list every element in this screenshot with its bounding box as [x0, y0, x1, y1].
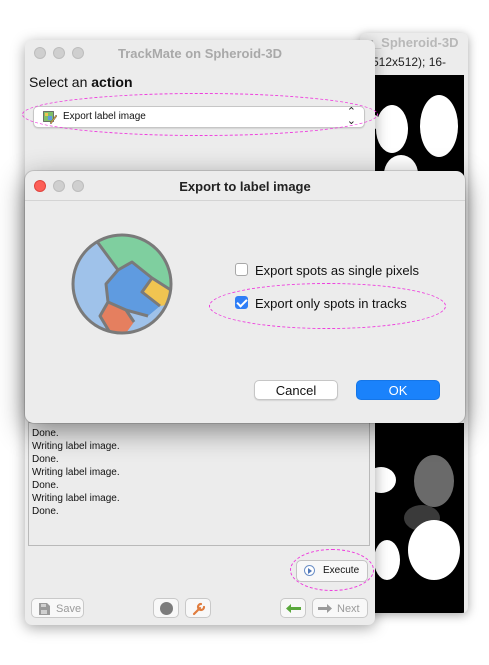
log-line: Writing label image. — [32, 493, 120, 504]
image-window-title: g_Spheroid-3D — [366, 35, 459, 50]
image-window-info: 512x512); 16- — [372, 55, 447, 69]
info-button[interactable] — [153, 598, 179, 618]
previous-button[interactable] — [280, 598, 306, 618]
single-pixels-label[interactable]: Export spots as single pixels — [255, 263, 419, 278]
save-button[interactable]: Save — [31, 598, 84, 618]
log-line: Writing label image. — [32, 441, 120, 452]
arrow-right-icon — [318, 604, 332, 613]
info-icon — [160, 602, 173, 615]
next-button[interactable]: Next — [312, 598, 368, 618]
spots-in-tracks-checkbox[interactable] — [235, 296, 248, 309]
trackmate-titlebar[interactable]: TrackMate on Spheroid-3D — [25, 40, 375, 66]
cancel-button[interactable]: Cancel — [254, 380, 338, 400]
single-pixels-checkbox[interactable] — [235, 263, 248, 276]
save-label: Save — [56, 603, 82, 615]
action-select[interactable]: Export label image ⌃ ⌄ — [33, 106, 365, 128]
export-label-image-dialog: Export to label image Export spots as si… — [25, 171, 465, 423]
execute-button[interactable]: Execute — [296, 560, 368, 582]
wrench-icon — [192, 602, 206, 616]
settings-button[interactable] — [185, 598, 211, 618]
log-line: Writing label image. — [32, 467, 120, 478]
arrow-left-icon — [286, 604, 301, 613]
select-action-heading: Select an action — [29, 74, 133, 90]
ok-button[interactable]: OK — [356, 380, 440, 400]
log-panel[interactable]: Done. Writing label image. Done. Writing… — [28, 422, 370, 546]
spots-in-tracks-label[interactable]: Export only spots in tracks — [255, 296, 407, 311]
save-icon — [39, 603, 50, 615]
next-label: Next — [337, 603, 360, 615]
log-line: Done. — [32, 480, 59, 491]
dialog-title: Export to label image — [179, 179, 311, 194]
window-title: TrackMate on Spheroid-3D — [118, 46, 282, 61]
action-select-value: Export label image — [63, 111, 146, 122]
label-image-logo-icon — [71, 233, 173, 335]
log-line: Done. — [32, 428, 59, 439]
log-line: Done. — [32, 454, 59, 465]
chevron-updown-icon: ⌃ ⌄ — [346, 106, 356, 127]
label-image-icon — [43, 111, 57, 124]
execute-label: Execute — [323, 565, 360, 576]
play-icon — [304, 565, 315, 576]
log-line: Done. — [32, 506, 59, 517]
